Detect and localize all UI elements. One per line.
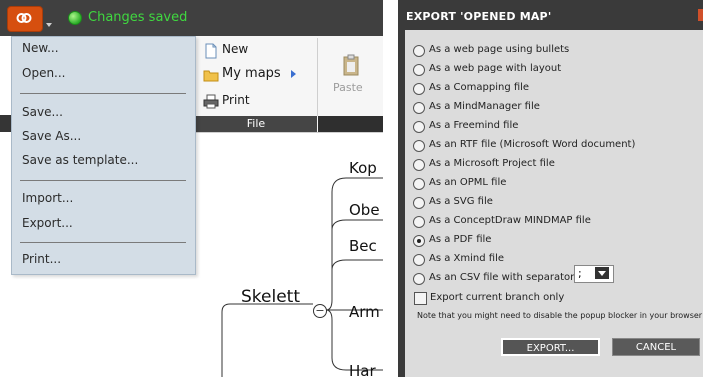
option-label: As a Freemind file: [429, 120, 519, 131]
ribbon-group-file-label: File: [246, 117, 266, 130]
ribbon-paste-button[interactable]: Paste: [333, 81, 363, 94]
dialog-body: As a web page using bullets As a web pag…: [405, 30, 703, 377]
chevron-down-icon[interactable]: [46, 23, 52, 27]
option-label: As an OPML file: [429, 177, 507, 188]
app-logo-icon: [16, 13, 32, 23]
app-menu-button[interactable]: [7, 6, 52, 32]
radio-button[interactable]: [413, 159, 425, 171]
mindmap-app: Changes saved New My maps Print Paste Fi…: [0, 0, 383, 377]
csv-separator-value: ;: [578, 267, 582, 280]
option-label: As a Microsoft Project file: [429, 158, 555, 169]
radio-button[interactable]: [413, 254, 425, 266]
print-icon: [203, 94, 219, 109]
mind-map-canvas[interactable]: Kop Obe Bec Arm Har Skelett −: [0, 132, 383, 377]
radio-button[interactable]: [413, 197, 425, 209]
option-label: As an RTF file (Microsoft Word document): [429, 139, 636, 150]
saved-status-text: Changes saved: [88, 10, 188, 25]
option-label: As a Comapping file: [429, 82, 530, 93]
saved-status-icon: [68, 11, 82, 25]
option-label: As a Xmind file: [429, 253, 504, 264]
mind-map-node[interactable]: Arm: [349, 303, 380, 321]
radio-button-selected[interactable]: [413, 235, 425, 247]
ribbon-divider: [317, 38, 318, 116]
radio-button[interactable]: [413, 216, 425, 228]
export-branch-checkbox[interactable]: [414, 292, 427, 305]
export-button[interactable]: EXPORT...: [501, 338, 600, 356]
paste-icon: [343, 54, 359, 76]
export-dialog: EXPORT 'OPENED MAP' As a web page using …: [398, 0, 703, 377]
radio-button[interactable]: [413, 178, 425, 190]
chevron-down-icon[interactable]: [595, 267, 609, 279]
radio-button[interactable]: [413, 140, 425, 152]
option-label: As a web page with layout: [429, 63, 562, 74]
option-label: As a MindManager file: [429, 101, 540, 112]
mind-map-node[interactable]: Obe: [349, 201, 380, 219]
folder-icon: [203, 70, 219, 82]
radio-button[interactable]: [413, 83, 425, 95]
mind-map-node[interactable]: Har: [349, 362, 376, 377]
mind-map-node[interactable]: Bec: [349, 237, 377, 255]
dialog-title: EXPORT 'OPENED MAP': [406, 10, 552, 23]
popup-blocker-note: Note that you might need to disable the …: [417, 311, 703, 320]
menu-item-save[interactable]: Save...: [22, 105, 63, 119]
export-branch-label: Export current branch only: [430, 292, 565, 303]
csv-separator-select[interactable]: ;: [574, 265, 614, 283]
mind-map-node[interactable]: Kop: [349, 159, 377, 177]
option-label: As a PDF file: [429, 234, 492, 245]
mind-map-root-node[interactable]: Skelett: [241, 287, 300, 307]
ribbon-group-footer-dark: [318, 116, 383, 132]
mind-map-connectors: [221, 177, 383, 377]
collapse-node-icon[interactable]: −: [313, 304, 327, 318]
radio-button[interactable]: [413, 273, 425, 285]
radio-button[interactable]: [413, 121, 425, 133]
option-label: As a ConceptDraw MINDMAP file: [429, 215, 591, 226]
menu-divider: [20, 93, 186, 94]
option-label: As an CSV file with separator: [429, 272, 575, 283]
radio-button[interactable]: [413, 102, 425, 114]
ribbon-mymaps-button[interactable]: My maps: [222, 66, 281, 81]
radio-button[interactable]: [413, 45, 425, 57]
new-document-icon: [205, 43, 217, 59]
ribbon-new-button[interactable]: New: [222, 42, 248, 56]
option-label: As a SVG file: [429, 196, 493, 207]
menu-item-new[interactable]: New...: [22, 41, 59, 55]
chevron-right-icon: [291, 70, 296, 78]
ribbon: New My maps Print Paste File: [195, 36, 383, 133]
cancel-button[interactable]: CANCEL: [612, 338, 700, 356]
radio-button[interactable]: [413, 64, 425, 76]
menu-item-open[interactable]: Open...: [22, 66, 66, 80]
top-bar: Changes saved: [0, 0, 383, 36]
option-label: As a web page using bullets: [429, 44, 570, 55]
close-icon[interactable]: [698, 9, 703, 21]
ribbon-print-button[interactable]: Print: [222, 93, 250, 107]
